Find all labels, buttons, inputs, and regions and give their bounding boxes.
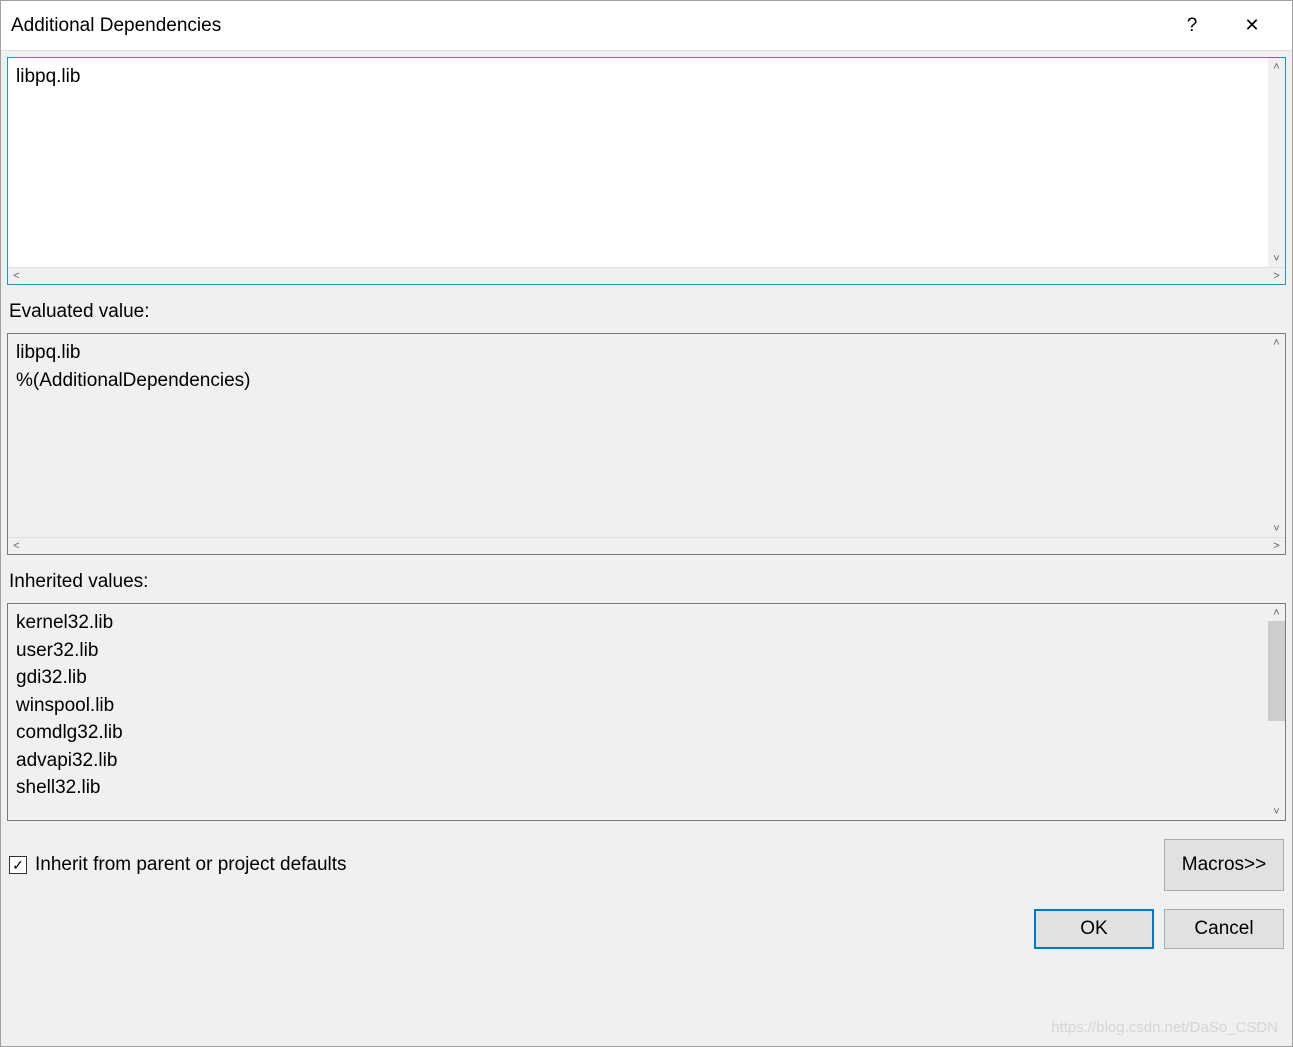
evaluated-value-wrapper: libpq.lib %(AdditionalDependencies) ˄ ˅ … [7, 333, 1286, 555]
scroll-left-icon: < [8, 538, 25, 555]
cancel-button[interactable]: Cancel [1164, 909, 1284, 949]
titlebar: Additional Dependencies ? ✕ [1, 1, 1292, 51]
scroll-up-icon: ˄ [1268, 604, 1285, 621]
ok-button[interactable]: OK [1034, 909, 1154, 949]
action-buttons-row: OK Cancel [7, 909, 1286, 949]
inherited-values-wrapper: kernel32.lib user32.lib gdi32.lib winspo… [7, 603, 1286, 821]
scrollbar-thumb[interactable] [1268, 621, 1285, 721]
vertical-scrollbar[interactable]: ˄ ˅ [1268, 604, 1285, 820]
scroll-right-icon: > [1268, 538, 1285, 555]
scroll-right-icon: > [1268, 268, 1285, 285]
horizontal-scrollbar[interactable]: < > [8, 267, 1285, 284]
macros-button[interactable]: Macros>> [1164, 839, 1284, 891]
options-row: ✓ Inherit from parent or project default… [7, 839, 1286, 891]
inherit-checkbox-row[interactable]: ✓ Inherit from parent or project default… [9, 854, 347, 876]
scroll-down-icon: ˅ [1268, 250, 1285, 267]
scroll-down-icon: ˅ [1268, 520, 1285, 537]
help-button[interactable]: ? [1162, 1, 1222, 51]
vertical-scrollbar[interactable]: ˄ ˅ [1268, 334, 1285, 537]
dependencies-input[interactable] [8, 58, 1268, 267]
horizontal-scrollbar[interactable]: < > [8, 537, 1285, 554]
inherited-values-label: Inherited values: [9, 571, 1286, 593]
close-button[interactable]: ✕ [1222, 1, 1282, 51]
scroll-up-icon: ˄ [1268, 334, 1285, 351]
evaluated-value-text: libpq.lib %(AdditionalDependencies) [8, 334, 1268, 537]
vertical-scrollbar[interactable]: ˄ ˅ [1268, 58, 1285, 267]
inherit-checkbox-label: Inherit from parent or project defaults [35, 854, 347, 876]
scroll-left-icon: < [8, 268, 25, 285]
scroll-up-icon: ˄ [1268, 58, 1285, 75]
content-area: ˄ ˅ < > Evaluated value: libpq.lib %(Add… [1, 51, 1292, 1046]
evaluated-value-label: Evaluated value: [9, 301, 1286, 323]
dialog-title: Additional Dependencies [11, 15, 1162, 37]
inherited-values-text: kernel32.lib user32.lib gdi32.lib winspo… [8, 604, 1268, 820]
scroll-down-icon: ˅ [1268, 803, 1285, 820]
dialog: Additional Dependencies ? ✕ ˄ ˅ < > Eval… [0, 0, 1293, 1047]
inherit-checkbox[interactable]: ✓ [9, 856, 27, 874]
dependencies-editor-wrapper: ˄ ˅ < > [7, 57, 1286, 285]
